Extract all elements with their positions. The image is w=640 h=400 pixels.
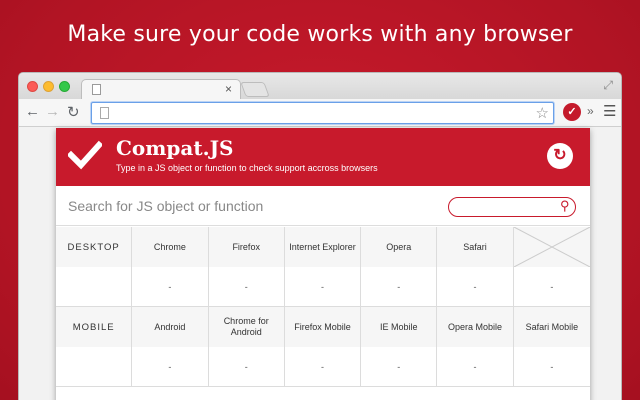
page-icon — [100, 107, 109, 119]
mobile-values-row: - - - - - - — [56, 347, 590, 387]
refresh-icon[interactable]: ↻ — [547, 143, 573, 169]
browser-name: Chrome for Android — [208, 307, 285, 347]
mobile-header-row: MOBILE Android Chrome for Android Firefo… — [56, 307, 590, 347]
support-value: - — [361, 347, 438, 387]
close-window-button[interactable] — [27, 81, 38, 92]
support-value: - — [285, 347, 362, 387]
search-row: Search for JS object or function ⚲ — [56, 186, 590, 226]
page-icon — [92, 84, 101, 95]
desktop-values-row: - - - - - - — [56, 267, 590, 307]
support-value: - — [361, 267, 438, 307]
search-icon[interactable]: ⚲ — [560, 198, 570, 214]
address-bar[interactable]: ☆ — [91, 102, 554, 124]
browser-name: Internet Explorer — [284, 227, 362, 267]
search-prompt: Search for JS object or function — [68, 198, 264, 214]
forward-icon[interactable]: → — [45, 103, 60, 120]
search-input[interactable] — [448, 197, 576, 217]
support-value — [56, 347, 133, 387]
support-value — [56, 267, 133, 307]
browser-window: × ⤢ ← → ↻ ☆ ✓ » ☰ Compat.JS Type in a JS… — [18, 72, 622, 400]
support-value: - — [550, 281, 554, 292]
browser-name: Safari Mobile — [513, 307, 590, 347]
browser-name: Safari — [437, 227, 514, 267]
support-value: - — [209, 267, 285, 307]
zoom-window-button[interactable] — [59, 81, 70, 92]
fullscreen-icon[interactable]: ⤢ — [603, 78, 613, 93]
support-value: - — [209, 347, 285, 387]
new-tab-button[interactable] — [240, 82, 270, 97]
browser-name: Android — [132, 307, 209, 347]
support-value: - — [437, 267, 514, 307]
browser-name: Opera — [361, 227, 438, 267]
empty-cell — [513, 227, 590, 267]
checkmark-logo-icon — [68, 140, 102, 170]
app-title: Compat.JS — [116, 136, 234, 160]
support-value: - — [285, 267, 362, 307]
browser-name: IE Mobile — [361, 307, 438, 347]
desktop-header-row: DESKTOP Chrome Firefox Internet Explorer… — [56, 227, 590, 267]
browser-name: Firefox — [208, 227, 285, 267]
menu-icon[interactable]: ☰ — [603, 102, 616, 120]
headline: Make sure your code works with any brows… — [67, 22, 573, 47]
browser-toolbar: ← → ↻ ☆ ✓ » ☰ — [19, 99, 621, 127]
support-value: - — [132, 267, 209, 307]
support-value: - — [437, 347, 514, 387]
browser-tab[interactable]: × — [81, 79, 241, 99]
app-subtitle: Type in a JS object or function to check… — [116, 163, 378, 173]
tab-close-icon[interactable]: × — [225, 82, 232, 96]
extension-popup: Compat.JS Type in a JS object or functio… — [56, 128, 590, 400]
browser-name: Opera Mobile — [437, 307, 514, 347]
back-icon[interactable]: ← — [25, 103, 40, 120]
reload-icon[interactable]: ↻ — [67, 103, 80, 121]
overflow-chevron-icon[interactable]: » — [587, 104, 594, 118]
browser-name: Chrome — [132, 227, 209, 267]
support-value: - — [132, 347, 209, 387]
support-value: - — [550, 361, 554, 372]
compatjs-extension-icon[interactable]: ✓ — [563, 103, 581, 121]
empty-cross-icon — [513, 227, 590, 267]
minimize-window-button[interactable] — [43, 81, 54, 92]
browser-name: Firefox Mobile — [284, 307, 362, 347]
popup-header: Compat.JS Type in a JS object or functio… — [56, 128, 590, 186]
compat-table: DESKTOP Chrome Firefox Internet Explorer… — [56, 227, 590, 387]
bookmark-star-icon[interactable]: ☆ — [536, 104, 549, 122]
tab-strip: × ⤢ — [19, 73, 621, 99]
section-label-desktop: DESKTOP — [56, 227, 133, 267]
section-label-mobile: MOBILE — [56, 307, 133, 347]
